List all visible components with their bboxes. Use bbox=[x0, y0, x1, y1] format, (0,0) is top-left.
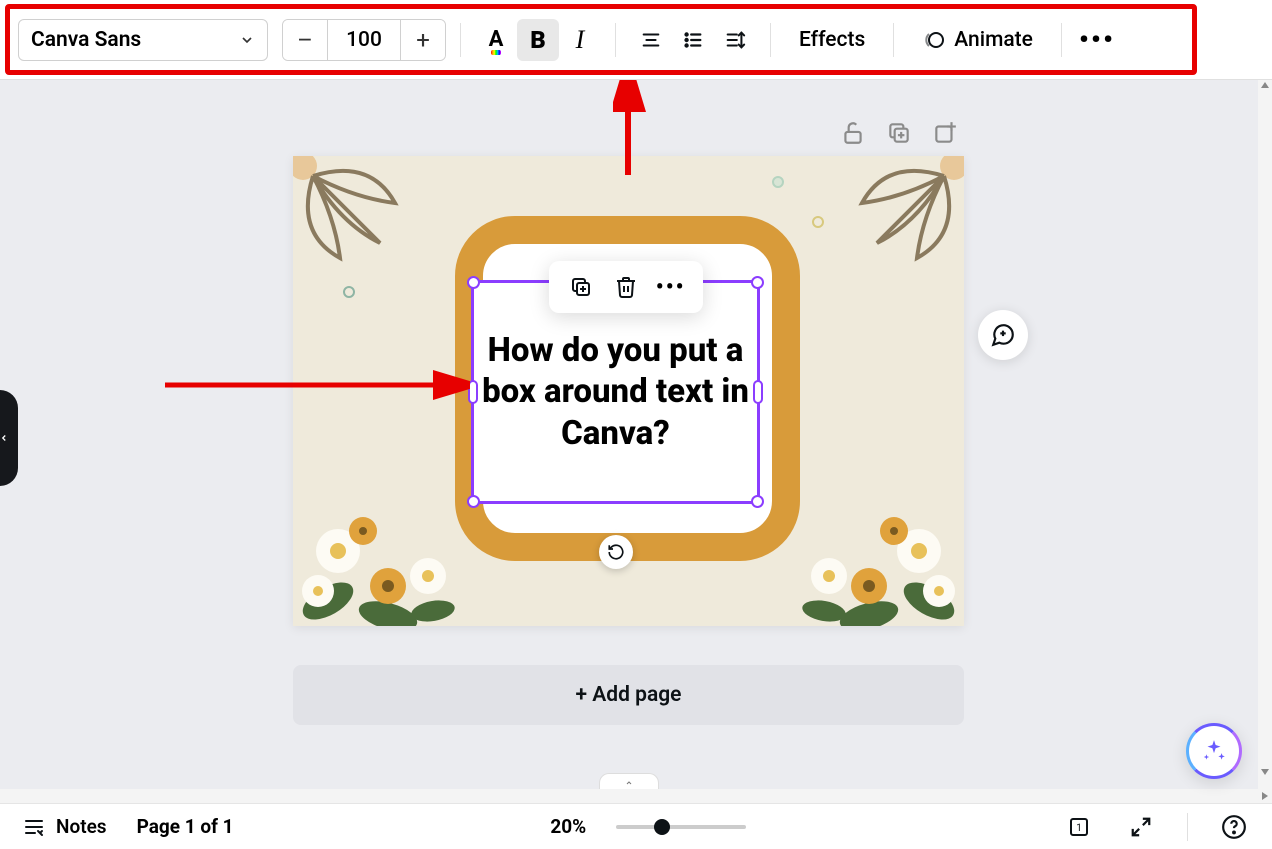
grid-view-button[interactable]: 1 bbox=[1063, 811, 1095, 843]
dot-deco bbox=[343, 286, 355, 298]
zoom-slider[interactable] bbox=[616, 825, 746, 829]
divider bbox=[1187, 813, 1188, 841]
font-size-group: – 100 + bbox=[282, 19, 446, 61]
drawer-tab[interactable] bbox=[599, 773, 659, 789]
font-size-value[interactable]: 100 bbox=[327, 20, 401, 60]
resize-handle-br[interactable] bbox=[751, 495, 764, 508]
zoom-slider-knob[interactable] bbox=[654, 819, 670, 835]
font-size-increase[interactable]: + bbox=[401, 20, 445, 60]
magic-assistant-button[interactable] bbox=[1186, 723, 1242, 779]
dot-deco bbox=[772, 176, 784, 188]
italic-icon: I bbox=[576, 25, 585, 55]
text-color-button[interactable]: A bbox=[475, 19, 517, 61]
notes-button[interactable]: Notes bbox=[22, 815, 107, 839]
sparkle-icon bbox=[1201, 738, 1227, 764]
more-button[interactable]: ••• bbox=[1076, 19, 1118, 61]
lock-icon[interactable] bbox=[840, 120, 866, 146]
spacing-button[interactable] bbox=[714, 19, 756, 61]
resize-handle-l[interactable] bbox=[468, 380, 478, 404]
design-page[interactable]: How do you put a box around text in Canv… bbox=[293, 156, 964, 626]
delete-button[interactable] bbox=[613, 274, 639, 300]
workspace: How do you put a box around text in Canv… bbox=[0, 80, 1258, 789]
resize-handle-r[interactable] bbox=[753, 380, 763, 404]
add-page-button[interactable]: + Add page bbox=[293, 665, 964, 725]
italic-button[interactable]: I bbox=[559, 19, 601, 61]
flowers-br bbox=[789, 491, 964, 626]
divider bbox=[1061, 23, 1062, 57]
rotate-icon bbox=[607, 543, 625, 561]
selected-text-box[interactable]: How do you put a box around text in Canv… bbox=[471, 280, 760, 504]
comment-button[interactable] bbox=[978, 310, 1028, 360]
page-actions bbox=[840, 120, 958, 146]
font-picker[interactable]: Canva Sans bbox=[18, 19, 268, 61]
list-button[interactable] bbox=[672, 19, 714, 61]
divider bbox=[770, 23, 771, 57]
bold-icon: B bbox=[530, 26, 546, 54]
divider bbox=[893, 23, 894, 57]
effects-button[interactable]: Effects bbox=[785, 19, 879, 61]
scrollbar-horizontal[interactable] bbox=[0, 789, 1272, 803]
zoom-value[interactable]: 20% bbox=[550, 815, 586, 838]
expand-icon bbox=[1130, 816, 1152, 838]
divider bbox=[460, 23, 461, 57]
comment-icon bbox=[990, 322, 1016, 348]
text-color-icon: A bbox=[489, 27, 504, 52]
element-float-toolbar: ••• bbox=[549, 261, 703, 313]
more-icon: ••• bbox=[1079, 23, 1115, 56]
help-button[interactable] bbox=[1218, 811, 1250, 843]
spacing-icon bbox=[724, 29, 746, 51]
font-name: Canva Sans bbox=[31, 28, 141, 52]
page-indicator[interactable]: Page 1 of 1 bbox=[137, 815, 234, 838]
font-size-decrease[interactable]: – bbox=[283, 20, 327, 60]
grid-icon: 1 bbox=[1067, 815, 1091, 839]
add-page-icon[interactable] bbox=[932, 120, 958, 146]
footer-bar: Notes Page 1 of 1 20% 1 bbox=[0, 803, 1272, 849]
resize-handle-tr[interactable] bbox=[751, 276, 764, 289]
scrollbar-vertical[interactable] bbox=[1258, 80, 1272, 789]
duplicate-button[interactable] bbox=[568, 274, 594, 300]
text-content[interactable]: How do you put a box around text in Canv… bbox=[478, 330, 753, 454]
align-button[interactable] bbox=[630, 19, 672, 61]
decoration-tl bbox=[293, 156, 415, 278]
panel-expand-tab[interactable] bbox=[0, 390, 18, 486]
rotate-handle[interactable] bbox=[599, 535, 633, 569]
decoration-tr bbox=[842, 156, 964, 278]
list-icon bbox=[682, 29, 704, 51]
chevron-down-icon bbox=[239, 32, 255, 48]
fullscreen-button[interactable] bbox=[1125, 811, 1157, 843]
text-toolbar: Canva Sans – 100 + A B I Effects Animate bbox=[0, 0, 1272, 80]
divider bbox=[615, 23, 616, 57]
resize-handle-tl[interactable] bbox=[467, 276, 480, 289]
notes-icon bbox=[22, 815, 46, 839]
bold-button[interactable]: B bbox=[517, 19, 559, 61]
help-icon bbox=[1221, 814, 1247, 840]
element-more-button[interactable]: ••• bbox=[658, 274, 684, 300]
resize-handle-bl[interactable] bbox=[467, 495, 480, 508]
duplicate-page-icon[interactable] bbox=[886, 120, 912, 146]
animate-button[interactable]: Animate bbox=[908, 19, 1047, 61]
align-icon bbox=[640, 29, 662, 51]
flowers-bl bbox=[293, 491, 468, 626]
dot-deco bbox=[812, 216, 824, 228]
svg-text:1: 1 bbox=[1076, 823, 1082, 834]
animate-icon bbox=[922, 28, 946, 52]
